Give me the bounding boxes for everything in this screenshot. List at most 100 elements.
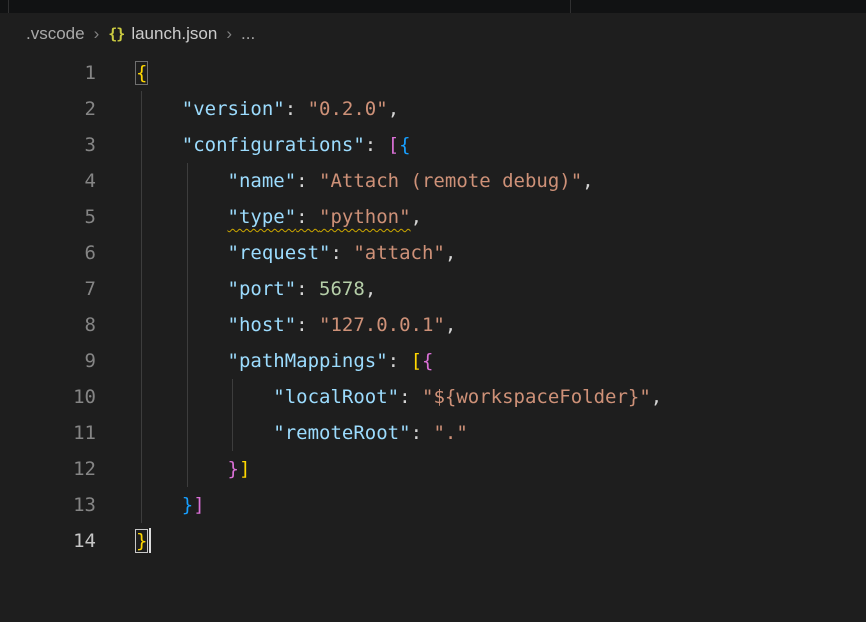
tab-separator — [8, 0, 9, 13]
code-token: , — [411, 206, 422, 228]
code-token: : — [399, 386, 422, 408]
code-token: "127.0.0.1" — [319, 314, 445, 336]
code-line[interactable]: 14} — [0, 523, 866, 559]
code-text: }] — [96, 487, 205, 523]
code-text: "request": "attach", — [96, 235, 456, 271]
code-token: ] — [193, 494, 204, 516]
breadcrumb-file[interactable]: launch.json — [131, 24, 217, 44]
line-number[interactable]: 13 — [0, 487, 96, 523]
code-line[interactable]: 11 "remoteRoot": "." — [0, 415, 866, 451]
breadcrumb-folder[interactable]: .vscode — [26, 24, 85, 44]
code-token: "python" — [319, 206, 411, 228]
code-token — [136, 422, 273, 444]
code-token: "configurations" — [182, 134, 365, 156]
line-number[interactable]: 1 — [0, 55, 96, 91]
code-token: , — [651, 386, 662, 408]
line-number[interactable]: 9 — [0, 343, 96, 379]
code-token: "type" — [228, 206, 297, 228]
code-token: "0.2.0" — [308, 98, 388, 120]
code-lines: 1{2 "version": "0.2.0",3 "configurations… — [0, 55, 866, 559]
code-token — [136, 386, 273, 408]
code-line[interactable]: 1{ — [0, 55, 866, 91]
code-token: "localRoot" — [273, 386, 399, 408]
line-number[interactable]: 3 — [0, 127, 96, 163]
line-number[interactable]: 12 — [0, 451, 96, 487]
tab-bar-strip — [0, 0, 866, 13]
code-editor[interactable]: 1{2 "version": "0.2.0",3 "configurations… — [0, 55, 866, 622]
line-number[interactable]: 5 — [0, 199, 96, 235]
code-token: "Attach (remote debug)" — [319, 170, 582, 192]
code-token: { — [422, 350, 433, 372]
code-token: , — [445, 242, 456, 264]
code-token: , — [365, 278, 376, 300]
code-token: } — [182, 494, 193, 516]
code-line[interactable]: 12 }] — [0, 451, 866, 487]
matched-bracket: } — [136, 530, 147, 552]
code-token: , — [388, 98, 399, 120]
code-token: } — [228, 458, 239, 480]
indent-guide — [141, 91, 142, 523]
code-token — [136, 134, 182, 156]
code-token: "port" — [228, 278, 297, 300]
code-text: "configurations": [{ — [96, 127, 411, 163]
code-line[interactable]: 9 "pathMappings": [{ — [0, 343, 866, 379]
code-line[interactable]: 5 "type": "python", — [0, 199, 866, 235]
code-token: 5678 — [319, 278, 365, 300]
json-braces-icon: {} — [108, 25, 124, 43]
code-token: "remoteRoot" — [273, 422, 410, 444]
code-token: "version" — [182, 98, 285, 120]
code-token — [136, 494, 182, 516]
code-token: [ — [388, 134, 399, 156]
code-line[interactable]: 4 "name": "Attach (remote debug)", — [0, 163, 866, 199]
line-number[interactable]: 2 — [0, 91, 96, 127]
code-line[interactable]: 3 "configurations": [{ — [0, 127, 866, 163]
code-token: : — [296, 278, 319, 300]
line-number[interactable]: 11 — [0, 415, 96, 451]
code-line[interactable]: 2 "version": "0.2.0", — [0, 91, 866, 127]
code-text: "remoteRoot": "." — [96, 415, 468, 451]
code-token: : — [296, 206, 319, 228]
line-number[interactable]: 6 — [0, 235, 96, 271]
code-token: : — [285, 98, 308, 120]
code-text: "type": "python", — [96, 199, 422, 235]
code-line[interactable]: 6 "request": "attach", — [0, 235, 866, 271]
code-token — [136, 98, 182, 120]
code-token: , — [582, 170, 593, 192]
code-token — [136, 314, 228, 336]
code-text: } — [96, 523, 151, 559]
code-token — [136, 458, 228, 480]
code-token: "request" — [228, 242, 331, 264]
code-text: "pathMappings": [{ — [96, 343, 433, 379]
code-line[interactable]: 10 "localRoot": "${workspaceFolder}", — [0, 379, 866, 415]
code-token: , — [445, 314, 456, 336]
code-text: "host": "127.0.0.1", — [96, 307, 456, 343]
indent-guide — [232, 379, 233, 451]
code-token — [136, 206, 228, 228]
line-number[interactable]: 8 — [0, 307, 96, 343]
code-token: : — [296, 170, 319, 192]
code-text: "port": 5678, — [96, 271, 376, 307]
code-token: "name" — [228, 170, 297, 192]
breadcrumb: .vscode › {} launch.json › ... — [0, 13, 866, 55]
code-token: : — [296, 314, 319, 336]
code-token: "pathMappings" — [228, 350, 388, 372]
code-token: [ — [411, 350, 422, 372]
code-token: "host" — [228, 314, 297, 336]
code-token: : — [365, 134, 388, 156]
matched-bracket: { — [136, 62, 147, 84]
code-token: "attach" — [353, 242, 445, 264]
code-line[interactable]: 7 "port": 5678, — [0, 271, 866, 307]
chevron-right-icon: › — [226, 24, 232, 44]
line-number[interactable]: 7 — [0, 271, 96, 307]
breadcrumb-symbol-ellipsis[interactable]: ... — [241, 24, 255, 44]
code-token: : — [330, 242, 353, 264]
code-token: "." — [433, 422, 467, 444]
code-text: }] — [96, 451, 250, 487]
line-number[interactable]: 14 — [0, 523, 96, 559]
line-number[interactable]: 4 — [0, 163, 96, 199]
line-number[interactable]: 10 — [0, 379, 96, 415]
code-token — [136, 170, 228, 192]
code-line[interactable]: 8 "host": "127.0.0.1", — [0, 307, 866, 343]
code-token: { — [399, 134, 410, 156]
code-line[interactable]: 13 }] — [0, 487, 866, 523]
